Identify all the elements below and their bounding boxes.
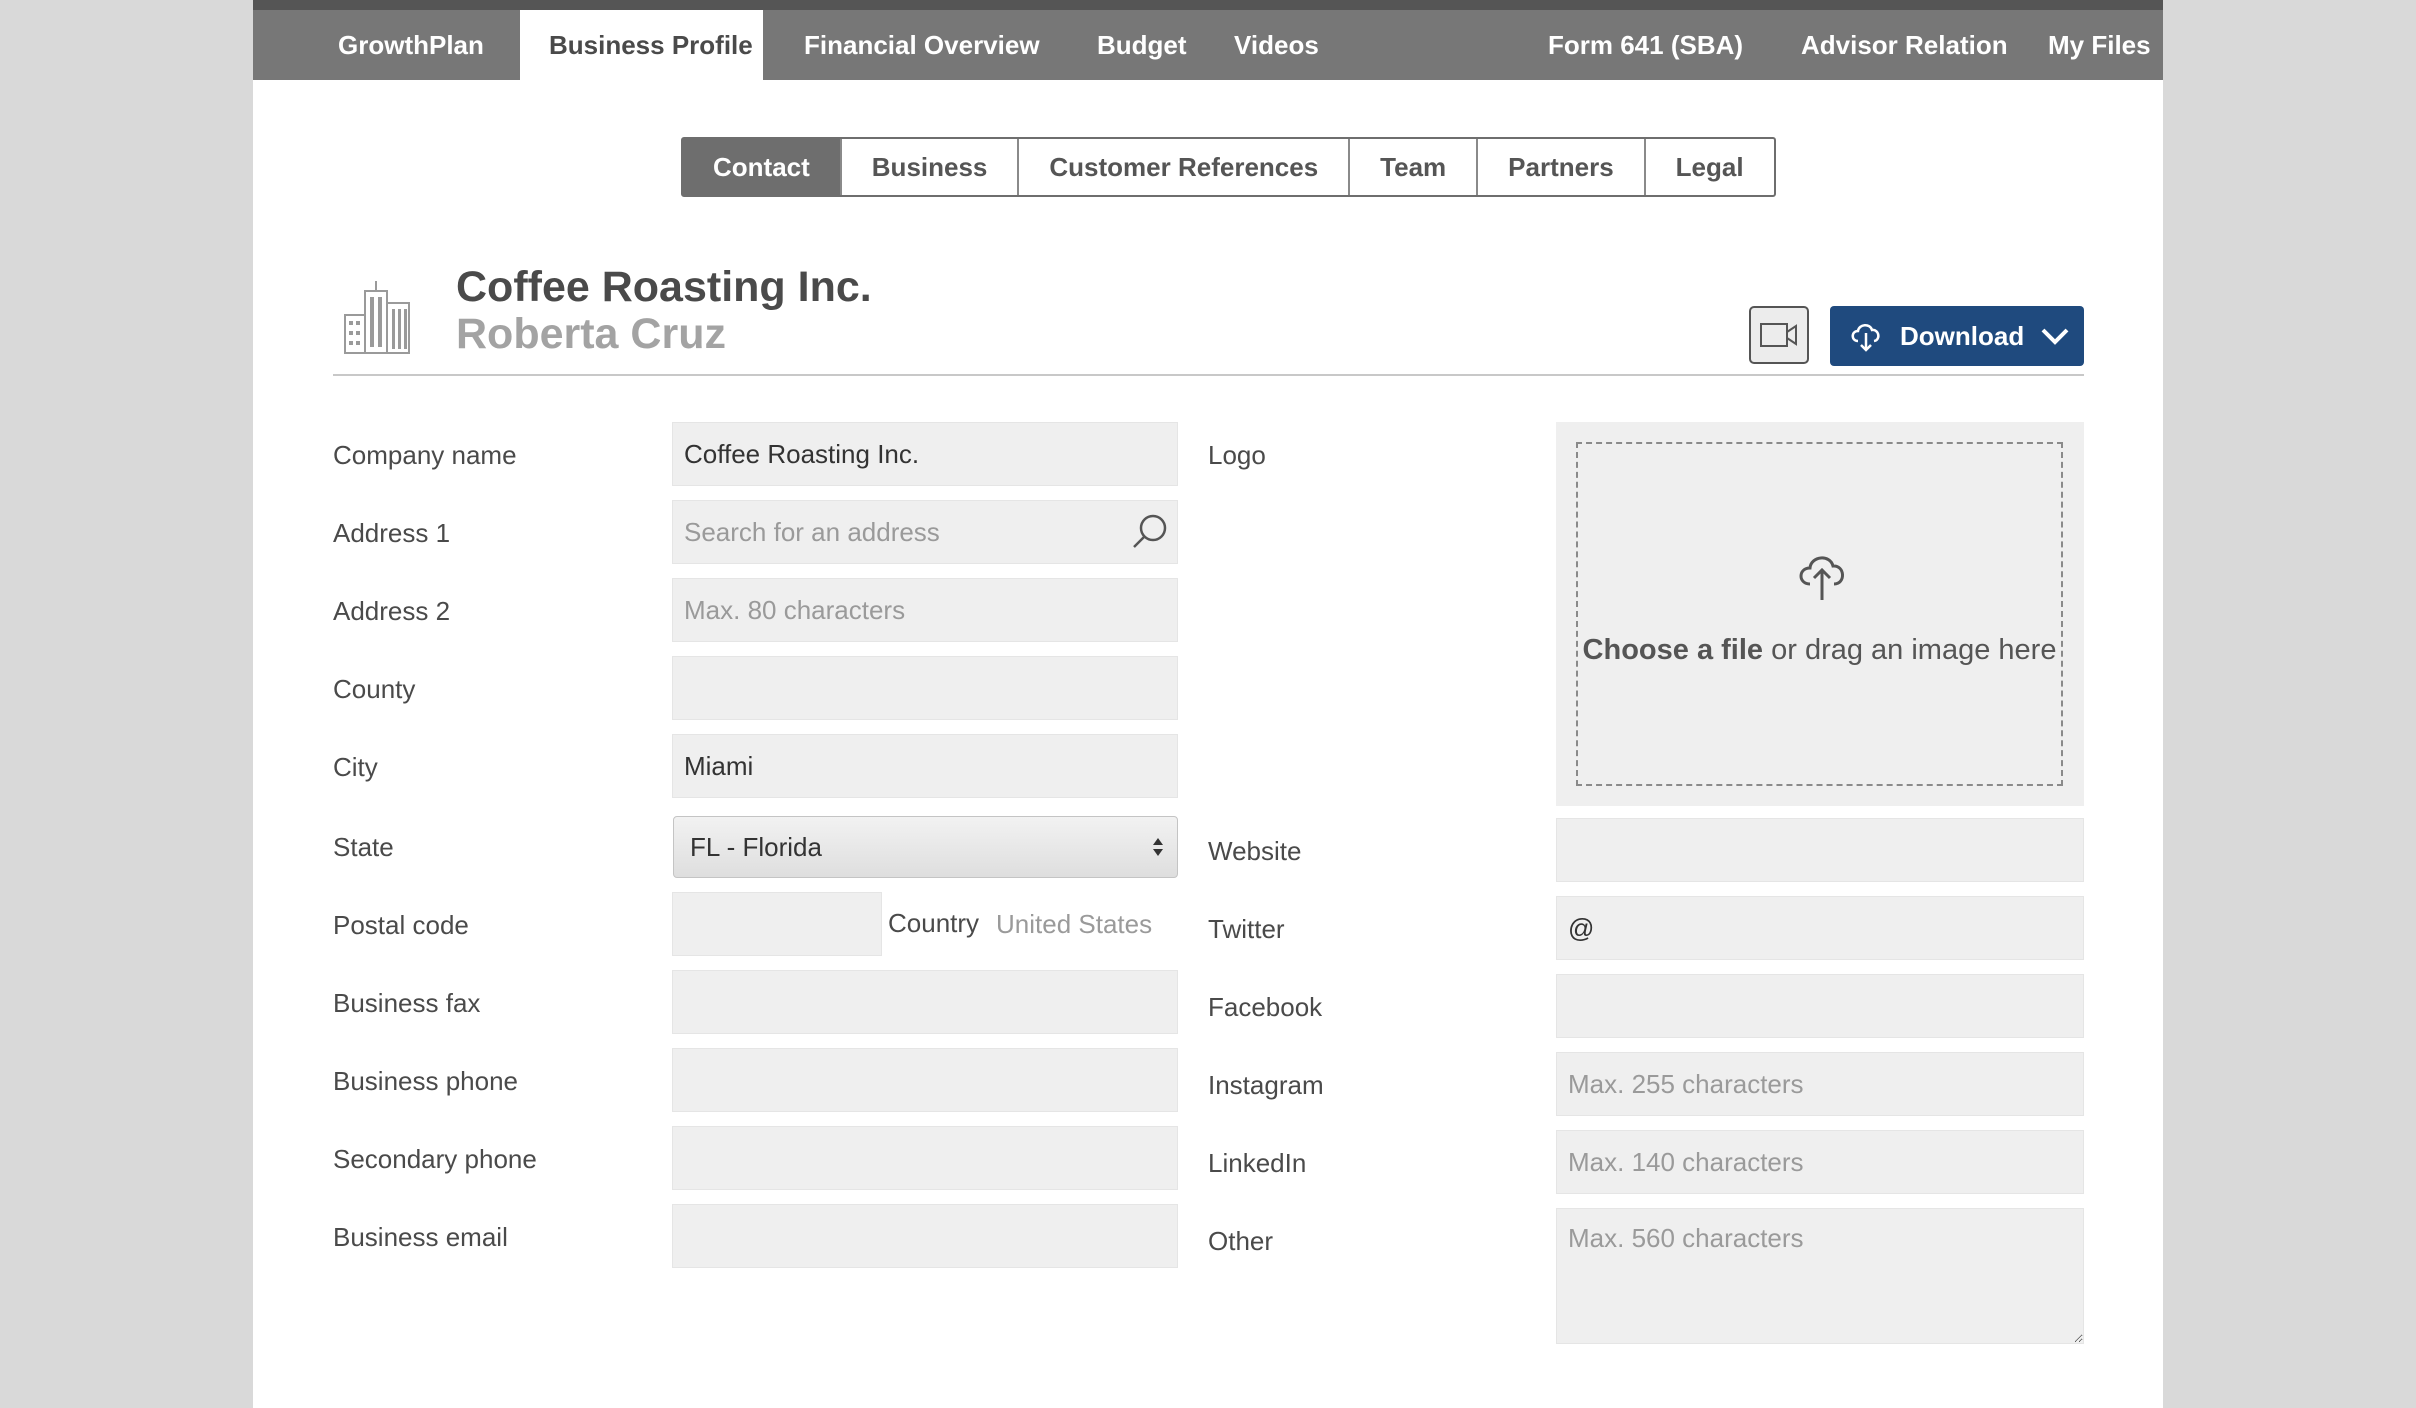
- secondary-phone-label: Secondary phone: [333, 1144, 537, 1174]
- select-arrows-icon: [1153, 838, 1163, 856]
- drag-image-text: or drag an image here: [1763, 634, 2057, 666]
- city-input[interactable]: [672, 734, 1178, 798]
- company-name-label: Company name: [333, 440, 517, 470]
- facebook-input[interactable]: [1556, 974, 2084, 1038]
- business-phone-input[interactable]: [672, 1048, 1178, 1112]
- website-label: Website: [1208, 836, 1302, 866]
- linkedin-label: LinkedIn: [1208, 1148, 1307, 1178]
- tab-team[interactable]: Team: [1348, 139, 1476, 195]
- state-select-value: FL - Florida: [690, 832, 822, 862]
- other-label: Other: [1208, 1226, 1274, 1256]
- business-phone-label: Business phone: [333, 1066, 519, 1096]
- tab-legal[interactable]: Legal: [1643, 139, 1774, 195]
- address1-label: Address 1: [333, 518, 451, 548]
- logo-drop-zone[interactable]: Choose a file or drag an image here: [1576, 442, 2063, 786]
- state-label: State: [333, 832, 394, 862]
- business-email-input[interactable]: [672, 1204, 1178, 1268]
- tab-partners[interactable]: Partners: [1476, 139, 1644, 195]
- linkedin-input[interactable]: [1556, 1130, 2084, 1194]
- address2-input[interactable]: [672, 578, 1178, 642]
- state-select[interactable]: FL - Florida: [673, 816, 1178, 878]
- city-label: City: [333, 752, 378, 782]
- building-icon: [344, 281, 410, 354]
- video-camera-icon: [1760, 323, 1797, 347]
- nav-advisor-relation[interactable]: Advisor Relation: [1772, 10, 2037, 80]
- tab-business[interactable]: Business: [839, 139, 1018, 195]
- secondary-phone-input[interactable]: [672, 1126, 1178, 1190]
- address-search-input[interactable]: [672, 500, 1178, 564]
- choose-file-link[interactable]: Choose a file: [1583, 634, 1764, 666]
- search-icon[interactable]: [1129, 512, 1169, 552]
- address2-label: Address 2: [333, 596, 451, 626]
- drop-zone-text: Choose a file or drag an image here: [1578, 634, 2061, 667]
- other-textarea[interactable]: [1556, 1208, 2084, 1344]
- chevron-down-icon: [2041, 328, 2069, 345]
- company-title: Coffee Roasting Inc.: [456, 263, 872, 311]
- business-fax-input[interactable]: [672, 970, 1178, 1034]
- postal-code-label: Postal code: [333, 910, 469, 940]
- logo-upload-area[interactable]: Choose a file or drag an image here: [1556, 422, 2084, 806]
- nav-my-files[interactable]: My Files: [2019, 10, 2180, 80]
- county-label: County: [333, 674, 416, 704]
- tab-customer-references[interactable]: Customer References: [1017, 139, 1348, 195]
- logo-label: Logo: [1208, 440, 1266, 470]
- business-email-label: Business email: [333, 1222, 508, 1252]
- country-label: Country: [888, 908, 980, 938]
- nav-growthplan[interactable]: GrowthPlan: [309, 10, 513, 80]
- business-fax-label: Business fax: [333, 988, 481, 1018]
- facebook-label: Facebook: [1208, 992, 1323, 1022]
- page: GrowthPlan Business Profile Financial Ov…: [253, 0, 2163, 1408]
- twitter-input[interactable]: [1556, 896, 2084, 960]
- instagram-input[interactable]: [1556, 1052, 2084, 1116]
- postal-code-input[interactable]: [672, 892, 882, 956]
- download-button[interactable]: Download: [1830, 306, 2084, 366]
- tab-contact[interactable]: Contact: [683, 139, 840, 195]
- instagram-label: Instagram: [1208, 1070, 1324, 1100]
- company-name-input[interactable]: [672, 422, 1178, 486]
- cloud-download-icon: [1851, 324, 1880, 352]
- nav-business-profile[interactable]: Business Profile: [520, 10, 763, 80]
- cloud-upload-icon: [1799, 556, 1844, 600]
- twitter-label: Twitter: [1208, 914, 1285, 944]
- nav-videos[interactable]: Videos: [1205, 10, 1348, 80]
- profile-subtabs: Contact Business Customer References Tea…: [681, 137, 1776, 197]
- contact-person-name: Roberta Cruz: [456, 310, 726, 358]
- top-nav: GrowthPlan Business Profile Financial Ov…: [253, 0, 2163, 80]
- nav-form-641[interactable]: Form 641 (SBA): [1519, 10, 1772, 80]
- header-divider: [333, 374, 2084, 376]
- download-label: Download: [1900, 321, 2025, 351]
- website-input[interactable]: [1556, 818, 2084, 882]
- country-value: United States: [996, 909, 1153, 939]
- county-input[interactable]: [672, 656, 1178, 720]
- video-button[interactable]: [1749, 306, 1809, 364]
- nav-budget[interactable]: Budget: [1068, 10, 1216, 80]
- nav-financial-overview[interactable]: Financial Overview: [775, 10, 1069, 80]
